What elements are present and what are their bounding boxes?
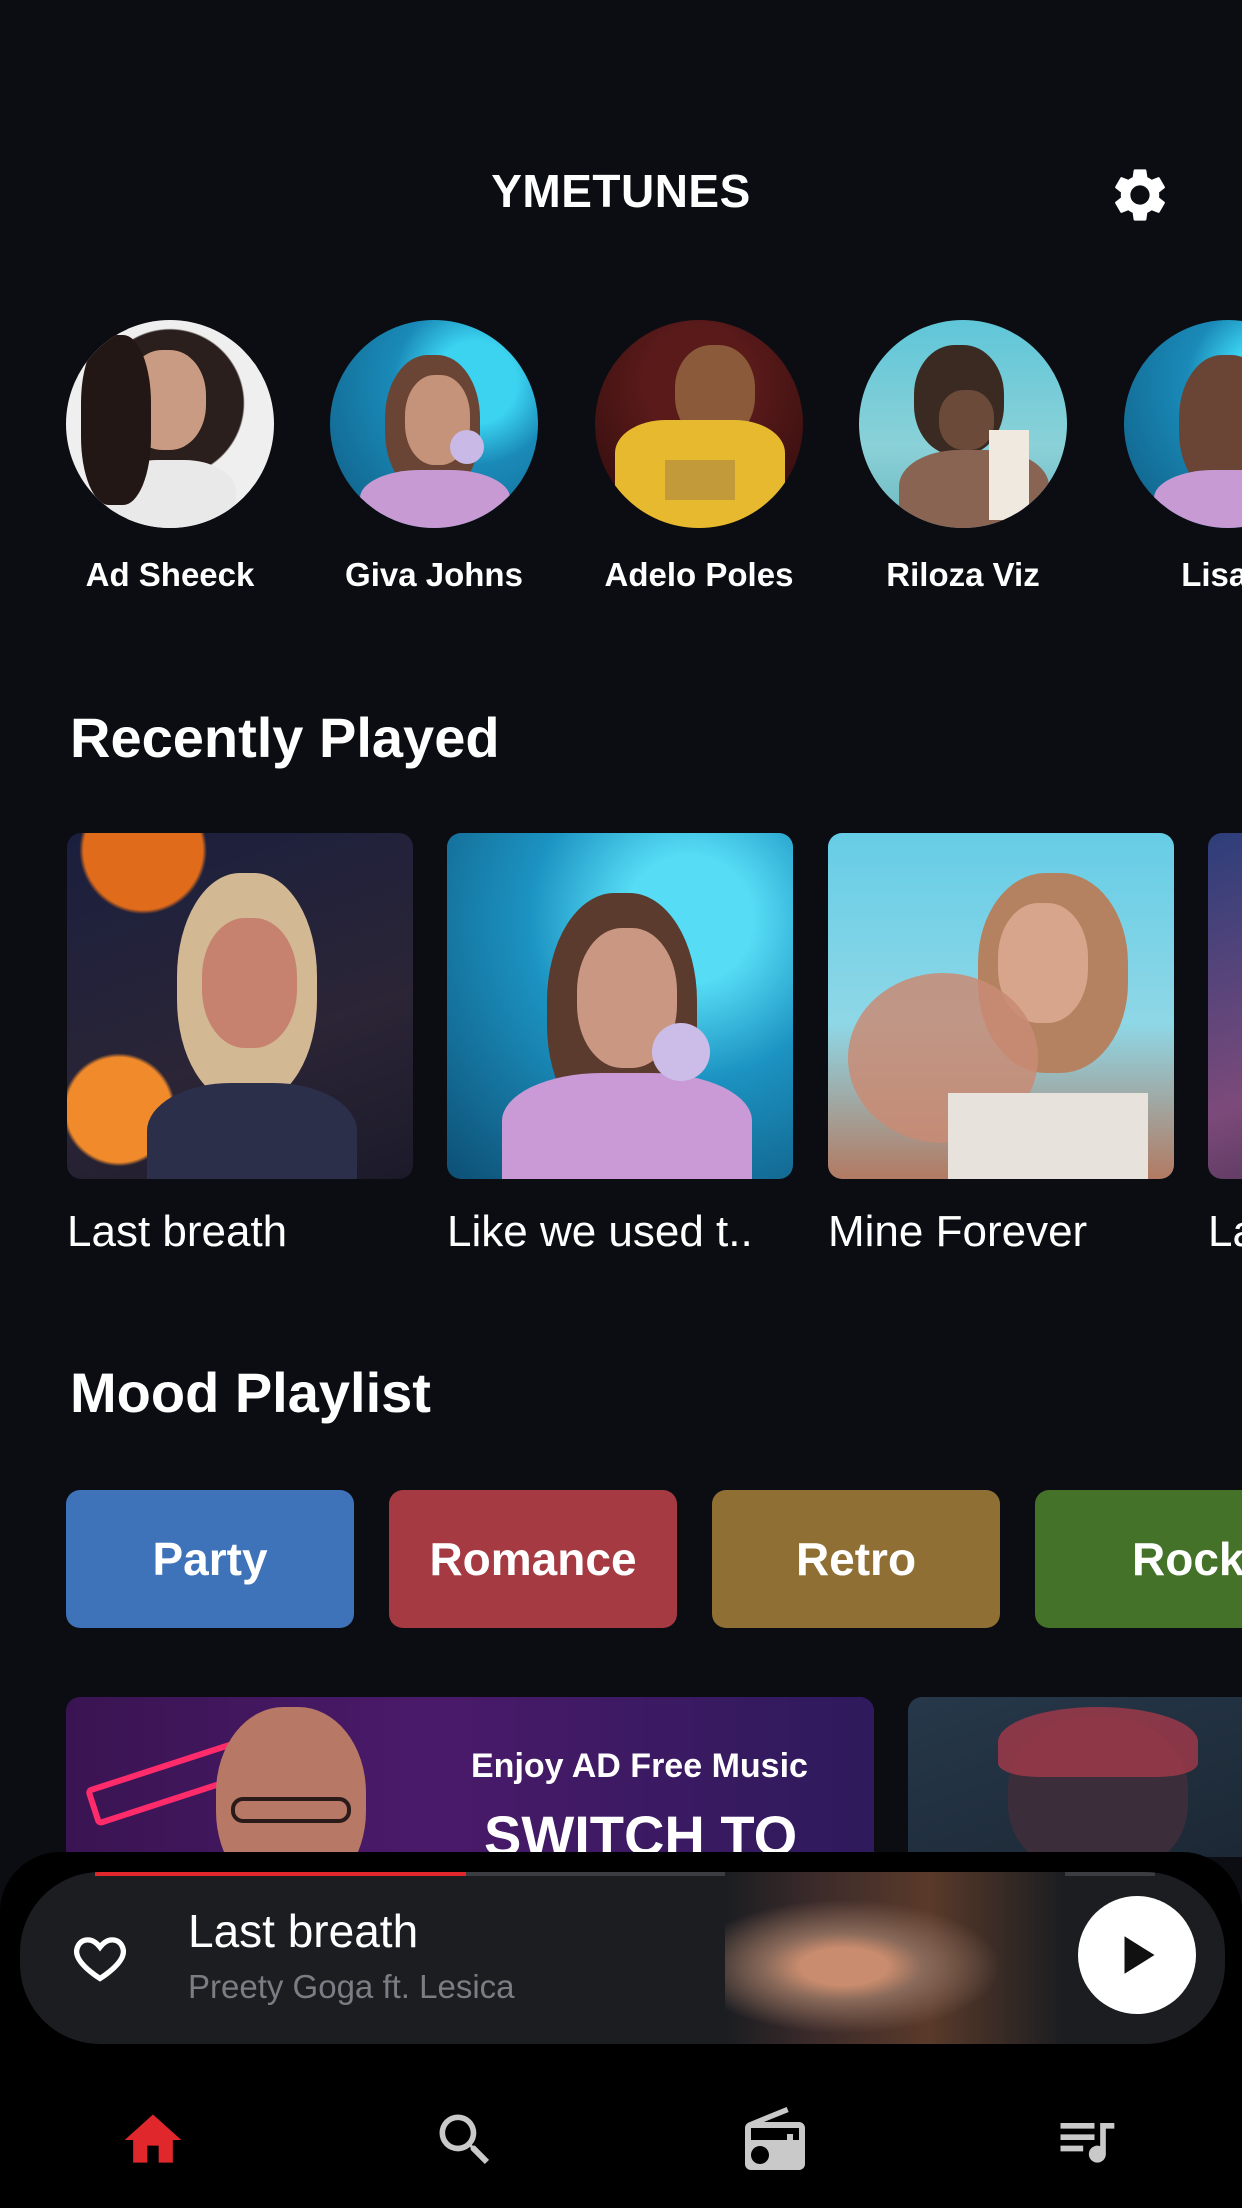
radio-icon	[745, 2107, 805, 2170]
app-screen: YMETUNES Ad Sheeck Giva Johns Adelo Pole…	[0, 0, 1242, 2208]
track-title: Last breath	[188, 1905, 419, 1957]
promo-row: Enjoy AD Free Music SWITCH TO	[0, 1697, 1242, 1857]
artist-item[interactable]: Lisavi	[1123, 320, 1242, 594]
mood-playlist-title: Mood Playlist	[70, 1361, 431, 1424]
glasses-shape	[231, 1797, 351, 1823]
artist-avatar	[595, 320, 803, 528]
home-icon	[124, 2114, 182, 2163]
artist-avatar	[1124, 320, 1242, 528]
recent-card[interactable]: Last breath	[67, 833, 413, 1257]
track-artist: Preety Goga ft. Lesica	[188, 1968, 515, 2005]
artist-item[interactable]: Adelo Poles	[594, 320, 804, 594]
settings-button[interactable]	[1105, 160, 1175, 230]
nav-radio[interactable]	[725, 2100, 825, 2180]
artist-avatar	[859, 320, 1067, 528]
recently-played-row: Last breath Like we used t.. Mine Foreve…	[0, 833, 1242, 1273]
mood-retro-button[interactable]: Retro	[712, 1490, 1000, 1628]
recent-label: Last breath	[67, 1207, 288, 1256]
gear-icon	[1115, 169, 1165, 221]
promo-banner[interactable]: Enjoy AD Free Music SWITCH TO	[66, 1697, 874, 1857]
artist-name: Giva Johns	[345, 556, 523, 593]
artist-item[interactable]: Ad Sheeck	[65, 320, 275, 594]
mini-player[interactable]: Last breath Preety Goga ft. Lesica	[20, 1872, 1225, 2044]
mood-playlist-row: Party Romance Retro Rock	[0, 1490, 1242, 1630]
progress-fill	[95, 1872, 466, 1876]
play-icon	[1124, 1936, 1155, 1974]
recent-card[interactable]: La	[1208, 833, 1242, 1257]
recent-cover	[67, 833, 413, 1179]
play-button[interactable]	[1078, 1896, 1196, 2014]
app-title: YMETUNES	[491, 165, 751, 217]
recent-label: Mine Forever	[828, 1207, 1088, 1256]
cap-shape	[998, 1707, 1198, 1777]
promo-person	[216, 1707, 366, 1857]
artist-name: Adelo Poles	[604, 556, 794, 593]
artist-name: Ad Sheeck	[85, 556, 255, 593]
recent-label: La	[1208, 1207, 1242, 1256]
mood-rock-button[interactable]: Rock	[1035, 1490, 1242, 1628]
recently-played-title: Recently Played	[70, 706, 500, 769]
recent-cover	[1208, 833, 1242, 1179]
nav-queue[interactable]	[1036, 2100, 1136, 2180]
header: YMETUNES	[0, 160, 1242, 260]
nav-search[interactable]	[415, 2100, 515, 2180]
mood-party-button[interactable]: Party	[66, 1490, 354, 1628]
recent-card[interactable]: Like we used t..	[447, 833, 793, 1257]
artist-item[interactable]: Riloza Viz	[858, 320, 1068, 594]
recent-card[interactable]: Mine Forever	[828, 833, 1174, 1257]
favorite-button[interactable]	[70, 1928, 130, 1988]
mood-romance-button[interactable]: Romance	[389, 1490, 677, 1628]
playlist-icon	[1060, 2123, 1115, 2163]
heart-outline-icon	[74, 1937, 126, 1982]
promo-subtitle: Enjoy AD Free Music	[471, 1747, 808, 1785]
artist-avatar	[330, 320, 538, 528]
recent-cover	[447, 833, 793, 1179]
promo-title: SWITCH TO	[484, 1804, 798, 1857]
recent-cover	[828, 833, 1174, 1179]
promo-banner[interactable]	[908, 1697, 1242, 1857]
artists-row: Ad Sheeck Giva Johns Adelo Poles Riloza …	[0, 320, 1242, 610]
artist-name: Riloza Viz	[886, 556, 1040, 593]
nav-home[interactable]	[103, 2100, 203, 2180]
search-icon	[439, 2114, 490, 2165]
artist-name: Lisavi	[1181, 556, 1242, 593]
artist-avatar	[66, 320, 274, 528]
bottom-nav	[0, 2080, 1242, 2208]
player-cover	[725, 1872, 1065, 2044]
artist-item[interactable]: Giva Johns	[329, 320, 539, 594]
recent-label: Like we used t..	[447, 1207, 753, 1256]
